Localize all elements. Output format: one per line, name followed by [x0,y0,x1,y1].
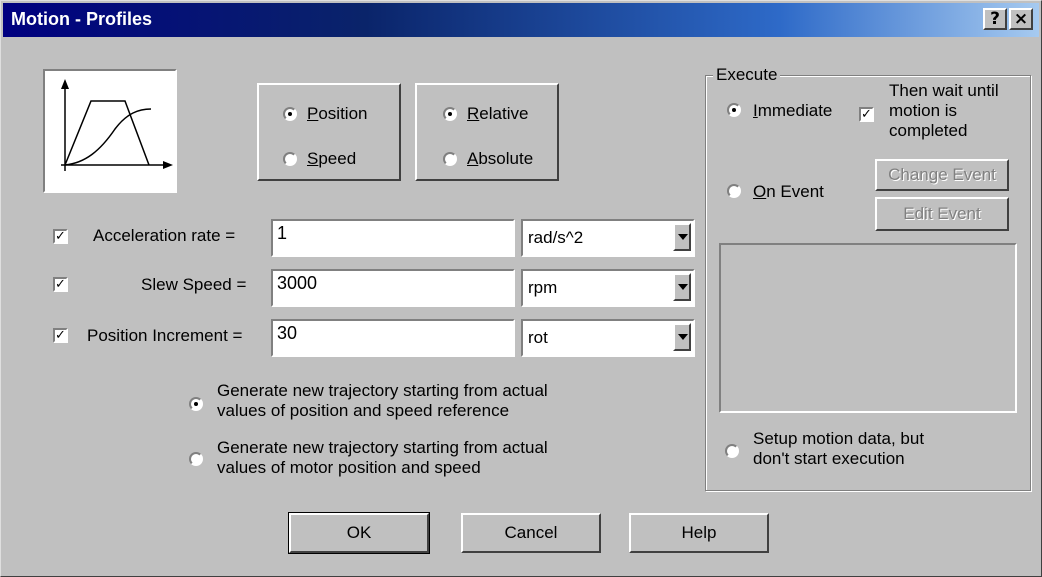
change-event-label: Change Event [888,165,996,184]
slew-speed-unit-value: rpm [528,278,558,297]
trajectory-reference-radio[interactable] [189,397,203,411]
close-icon[interactable]: × [1009,8,1033,30]
position-increment-checkbox[interactable]: ✓ [53,328,68,343]
relative-label[interactable]: Relative [467,104,528,124]
position-increment-unit-value: rot [528,328,548,347]
slew-speed-checkbox[interactable]: ✓ [53,277,68,292]
trajectory-motor-label[interactable]: Generate new trajectory starting from ac… [217,438,548,478]
ok-button[interactable]: OK [288,512,430,554]
edit-event-button[interactable]: Edit Event [875,197,1009,231]
mode-group: Position Speed [257,83,401,181]
change-event-button[interactable]: Change Event [875,159,1009,191]
absolute-radio[interactable] [443,152,457,166]
acceleration-unit-value: rad/s^2 [528,228,584,247]
position-increment-input[interactable]: 30 [271,319,515,357]
help-icon[interactable]: ? [983,8,1007,30]
motion-profiles-dialog: Motion - Profiles ? × Position Speed Rel… [0,0,1042,577]
position-radio[interactable] [283,107,297,121]
slew-speed-input[interactable]: 3000 [271,269,515,307]
profile-graph-svg [61,79,173,171]
execute-group-label: Execute [713,65,781,85]
event-description-box[interactable] [719,243,1017,413]
window-title: Motion - Profiles [11,9,152,29]
absolute-label[interactable]: Absolute [467,149,533,169]
trajectory-reference-label[interactable]: Generate new trajectory starting from ac… [217,381,548,421]
acceleration-checkbox[interactable]: ✓ [53,229,68,244]
speed-radio[interactable] [283,152,297,166]
position-increment-label: Position Increment = [87,326,243,345]
edit-event-label: Edit Event [903,204,981,223]
position-increment-unit-select[interactable]: rot [521,319,695,357]
acceleration-unit-select[interactable]: rad/s^2 [521,219,695,257]
on-event-label[interactable]: On Event [753,182,824,202]
reference-group: Relative Absolute [415,83,559,181]
setup-only-radio[interactable] [725,444,739,458]
wait-completed-checkbox[interactable]: ✓ [859,107,874,122]
speed-label[interactable]: Speed [307,149,356,169]
acceleration-input[interactable]: 1 [271,219,515,257]
wait-completed-label[interactable]: Then wait until motion is completed [889,81,999,141]
immediate-radio[interactable] [727,103,741,117]
trajectory-motor-radio[interactable] [189,452,203,466]
chevron-down-icon[interactable] [673,273,691,301]
cancel-button[interactable]: Cancel [461,513,601,553]
relative-radio[interactable] [443,107,457,121]
slew-speed-unit-select[interactable]: rpm [521,269,695,307]
position-label[interactable]: Position [307,104,367,124]
acceleration-label: Acceleration rate = [93,226,236,245]
on-event-radio[interactable] [727,184,741,198]
chevron-down-icon[interactable] [673,223,691,251]
setup-only-label[interactable]: Setup motion data, but don't start execut… [753,429,924,469]
chevron-down-icon[interactable] [673,323,691,351]
immediate-label[interactable]: Immediate [753,101,832,121]
title-bar[interactable]: Motion - Profiles ? × [3,3,1039,37]
help-button[interactable]: Help [629,513,769,553]
motion-profile-graph-icon [43,69,177,193]
slew-speed-label: Slew Speed = [141,275,247,294]
